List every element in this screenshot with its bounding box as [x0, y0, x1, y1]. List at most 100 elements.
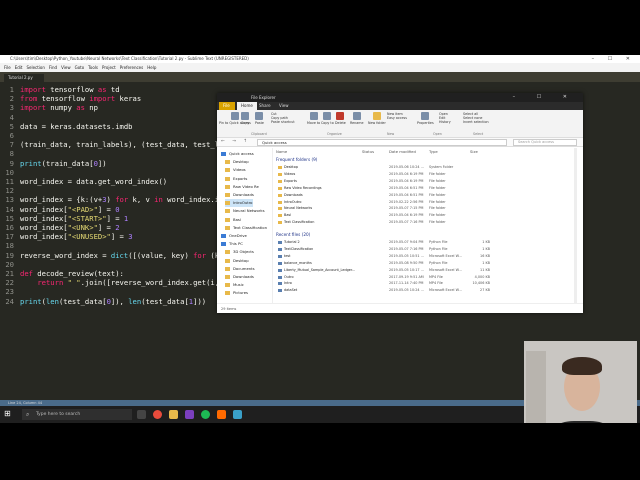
tab-home[interactable]: Home: [237, 102, 257, 110]
taskbar-search-box[interactable]: ⌕ Type here to search: [22, 409, 132, 420]
tab-file[interactable]: File: [219, 102, 235, 110]
frequent-folder-row[interactable]: Neural Networks 2019-05-07 7:15 PM File fo…: [274, 205, 574, 212]
recent-file-row[interactable]: TextClassification 2019-05-07 7:16 PM Pyth…: [274, 246, 574, 253]
menu-item-help[interactable]: Help: [147, 65, 156, 70]
explorer-window-controls[interactable]: – ☐ ✕: [513, 93, 577, 102]
paste-shortcut-button[interactable]: Paste shortcut: [271, 120, 295, 124]
nav-item-desktop[interactable]: Desktop: [225, 257, 249, 265]
recent-file-row[interactable]: Intro 2017-11-14 7:40 PM MP4 File 10,406 KB: [274, 280, 574, 287]
recent-file-row[interactable]: Liberty_Mutual_Sample_Account_Ledger... 2…: [274, 267, 574, 274]
nav-item-onedrive[interactable]: OneDrive: [221, 232, 247, 240]
spotify-icon[interactable]: [201, 410, 210, 419]
nav-item-quick-access[interactable]: Quick access: [221, 150, 254, 158]
rename-button[interactable]: Rename: [350, 112, 364, 125]
code-text: print(train_data[0]): [20, 158, 107, 168]
delete-button[interactable]: Delete: [335, 112, 346, 125]
recent-file-row[interactable]: Tutorial 2 2019-05-07 9:04 PM Python File 1…: [274, 239, 574, 246]
nav-item-this-pc[interactable]: This PC: [221, 240, 243, 248]
properties-button[interactable]: Properties: [417, 112, 434, 125]
tab-view[interactable]: View: [275, 102, 293, 110]
sublime-text-icon[interactable]: [217, 410, 226, 419]
sublime-tab-tutorial-2[interactable]: Tutorial 2.py: [4, 74, 44, 82]
nav-back-forward-up[interactable]: ← → ↑: [221, 139, 250, 144]
menu-item-selection[interactable]: Selection: [26, 65, 44, 70]
history-button[interactable]: History: [439, 120, 451, 124]
line-number: 22: [5, 278, 14, 288]
file-name: balance_months: [284, 260, 312, 265]
nav-item-videos[interactable]: Videos: [225, 166, 246, 174]
file-type: File folder: [429, 220, 446, 225]
chrome-icon[interactable]: [153, 410, 162, 419]
nav-item-basl[interactable]: Basl: [225, 216, 241, 224]
new-folder-button[interactable]: New folder: [368, 112, 386, 125]
recent-file-row[interactable]: test 2019-05-05 10:51 ... Microsoft Excel …: [274, 253, 574, 260]
explorer-search-input[interactable]: Search Quick access: [513, 139, 577, 146]
nav-item-pictures[interactable]: Pictures: [225, 289, 248, 297]
file-type: File folder: [429, 185, 446, 190]
recent-file-row[interactable]: balance_months 2019-05-08 9:50 PM Python F…: [274, 260, 574, 267]
nav-item-3d-objects[interactable]: 3D Objects: [225, 248, 254, 256]
column-name[interactable]: Name: [276, 149, 287, 155]
file-size: 1 KB: [482, 240, 490, 244]
file-date: 2019-05-05 10:17 ...: [389, 267, 424, 272]
frequent-folder-row[interactable]: Basl 2019-05-04 6:19 PM File folder: [274, 212, 574, 219]
copy-to-button[interactable]: Copy to: [321, 112, 334, 125]
task-view-icon[interactable]: [137, 410, 146, 419]
frequent-folder-row[interactable]: Desktop 2019-05-06 10:24 ... System Folder: [274, 164, 574, 171]
invert-selection-button[interactable]: Invert selection: [463, 120, 489, 124]
menu-item-tools[interactable]: Tools: [88, 65, 98, 70]
explorer-scrollbar[interactable]: [574, 148, 577, 303]
column-size[interactable]: Size: [470, 149, 478, 155]
tab-share[interactable]: Share: [255, 102, 275, 110]
frequent-folder-row[interactable]: Raw Video Recordings 2019-05-04 6:51 PM Fi…: [274, 185, 574, 192]
visual-studio-icon[interactable]: [185, 410, 194, 419]
start-button-icon[interactable]: ⊞: [4, 410, 12, 418]
move-to-button[interactable]: Move to: [307, 112, 320, 125]
frequent-folder-row[interactable]: Videos 2019-05-04 6:19 PM File folder: [274, 171, 574, 178]
nav-item-neural-networks[interactable]: Neural Networks: [225, 207, 265, 215]
nav-item-label: Videos: [233, 167, 246, 173]
menu-item-find[interactable]: Find: [49, 65, 57, 70]
recent-file-row[interactable]: dataSet 2019-05-05 10:24 ... Microsoft Exc…: [274, 287, 574, 294]
group-recent-files[interactable]: Recent files (20): [276, 231, 310, 238]
file-size: 27 KB: [480, 288, 490, 293]
nav-item-raw-video-re[interactable]: Raw Video Re: [225, 183, 259, 191]
easy-access-button[interactable]: Easy access: [387, 116, 407, 120]
column-status[interactable]: Status: [362, 149, 374, 155]
section-open: Open: [433, 132, 442, 136]
nav-item-downloads[interactable]: Downloads: [225, 191, 254, 199]
nav-item-music[interactable]: Music: [225, 281, 244, 289]
group-frequent-folders[interactable]: Frequent folders (9): [276, 156, 317, 163]
nav-item-documents[interactable]: Documents: [225, 265, 255, 273]
line-number: 14: [5, 204, 14, 214]
address-bar[interactable]: Quick access: [257, 139, 507, 146]
pin-icon: [230, 112, 239, 120]
file-explorer-taskbar-icon[interactable]: [169, 410, 178, 419]
nav-item-label: Basl: [233, 216, 241, 222]
frequent-folder-row[interactable]: IntroOutro 2019-02-22 2:56 PM File folder: [274, 199, 574, 206]
frequent-folder-row[interactable]: Exports 2019-05-04 6:19 PM File folder: [274, 178, 574, 185]
recent-file-row[interactable]: Outro 2017-09-19 9:51 AM MP4 File 4,000 KB: [274, 274, 574, 281]
nav-item-desktop[interactable]: Desktop: [225, 158, 249, 166]
menu-item-file[interactable]: File: [4, 65, 11, 70]
code-text: reverse_word_index = dict([(value, key) …: [20, 250, 224, 260]
menu-item-edit[interactable]: Edit: [15, 65, 23, 70]
file-type: MP4 File: [429, 281, 443, 286]
paste-button[interactable]: Paste: [255, 112, 264, 125]
nav-item-label: OneDrive: [229, 233, 247, 238]
column-type[interactable]: Type: [429, 149, 438, 155]
nav-item-introoutro[interactable]: IntroOutro: [225, 199, 253, 208]
menu-item-view[interactable]: View: [61, 65, 71, 70]
menu-item-project[interactable]: Project: [102, 65, 116, 70]
nav-item-text-classification[interactable]: Text Classification: [225, 224, 267, 232]
app-icon[interactable]: [233, 410, 242, 419]
nav-item-downloads[interactable]: Downloads: [225, 273, 254, 281]
copy-button[interactable]: Copy: [241, 112, 249, 125]
column-date-modified[interactable]: Date modified: [389, 149, 416, 155]
menu-item-preferences[interactable]: Preferences: [120, 65, 144, 70]
frequent-folder-row[interactable]: Downloads 2019-05-04 6:51 PM File folder: [274, 192, 574, 199]
nav-item-exports[interactable]: Exports: [225, 175, 247, 183]
menu-item-goto[interactable]: Goto: [75, 65, 85, 70]
frequent-folder-row[interactable]: Text Classification 2019-05-07 7:16 PM Fil…: [274, 219, 574, 226]
sublime-window-controls[interactable]: – ☐ ✕: [592, 55, 636, 63]
